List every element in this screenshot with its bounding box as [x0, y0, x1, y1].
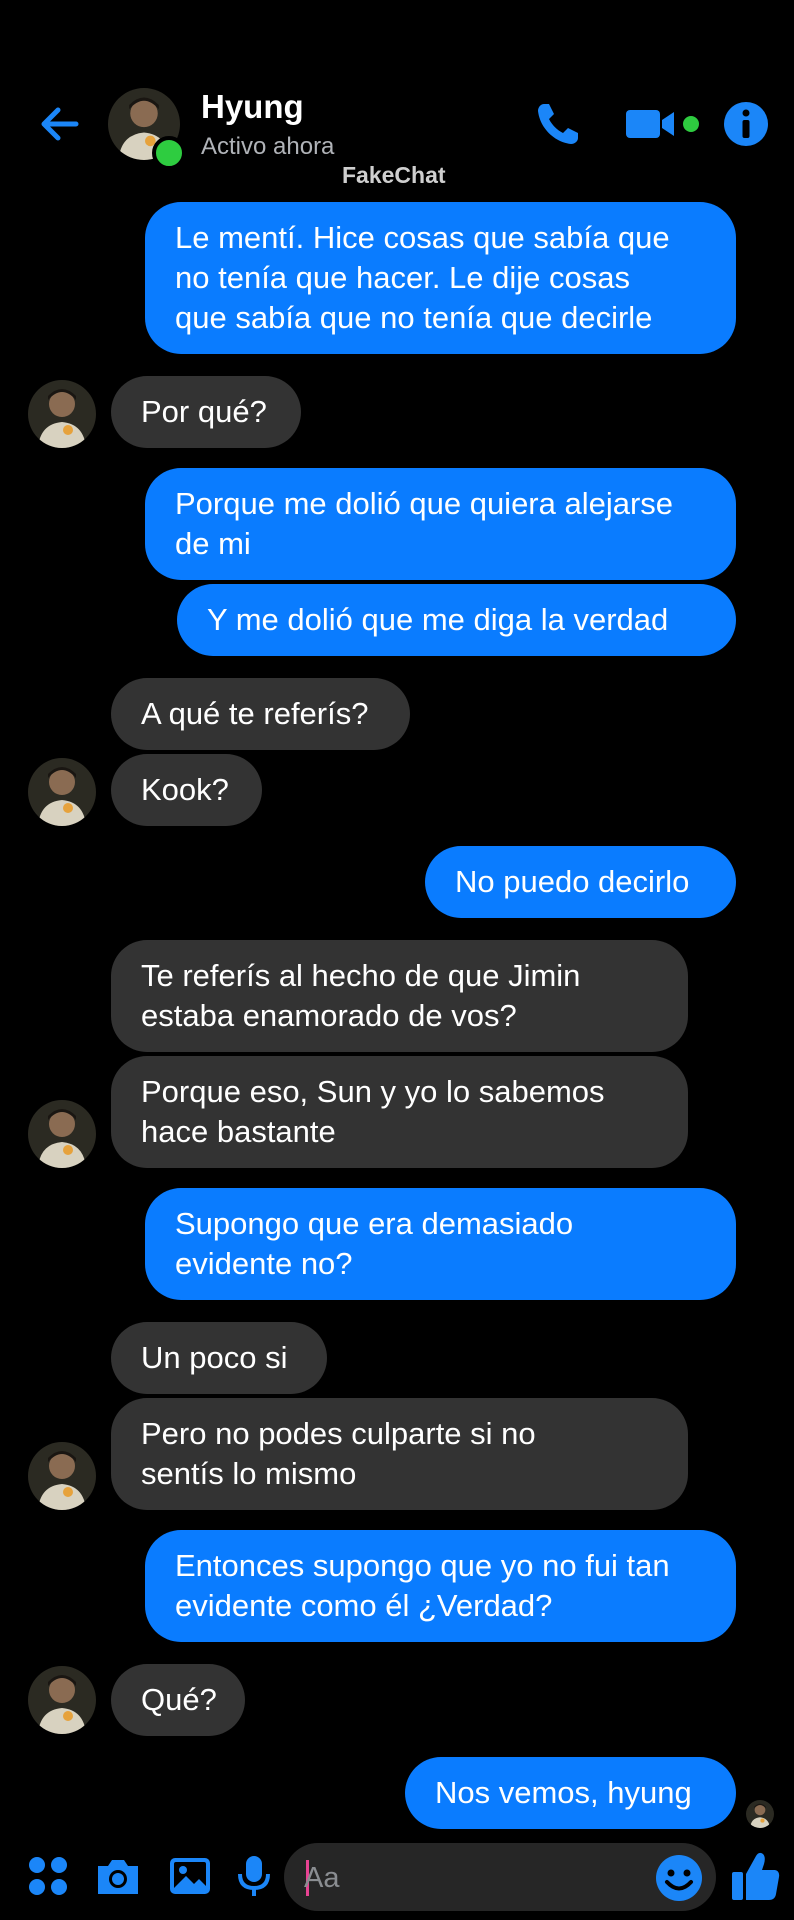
back-arrow-icon[interactable] — [36, 100, 84, 148]
message-incoming[interactable]: Un poco si — [111, 1322, 327, 1394]
message-incoming[interactable]: Qué? — [111, 1664, 245, 1736]
video-camera-icon[interactable] — [624, 98, 704, 150]
message-outgoing[interactable]: Supongo que era demasiado evidente no? — [145, 1188, 736, 1300]
contact-avatar[interactable] — [28, 1100, 96, 1168]
message-outgoing[interactable]: Porque me dolió que quiera alejarse de m… — [145, 468, 736, 580]
image-icon[interactable] — [166, 1852, 214, 1900]
message-outgoing[interactable]: Entonces supongo que yo no fui tan evide… — [145, 1530, 736, 1642]
emoji-icon[interactable] — [654, 1853, 704, 1903]
camera-icon[interactable] — [94, 1852, 142, 1900]
contact-avatar[interactable] — [28, 1442, 96, 1510]
contact-avatar[interactable] — [28, 1666, 96, 1734]
message-outgoing[interactable]: Le mentí. Hice cosas que sabía que no te… — [145, 202, 736, 354]
watermark: FakeChat — [342, 162, 446, 188]
contact-avatar[interactable] — [28, 758, 96, 826]
message-outgoing[interactable]: No puedo decirlo — [425, 846, 736, 918]
thumbs-up-icon[interactable] — [730, 1848, 782, 1904]
message-incoming[interactable]: Por qué? — [111, 376, 301, 448]
message-incoming[interactable]: A qué te referís? — [111, 678, 410, 750]
info-icon[interactable] — [720, 98, 772, 150]
online-status-dot — [152, 136, 186, 170]
message-outgoing[interactable]: Nos vemos, hyung — [405, 1757, 736, 1829]
contact-name[interactable]: Hyung — [201, 88, 304, 126]
message-input[interactable] — [284, 1843, 716, 1911]
phone-icon[interactable] — [532, 98, 584, 150]
apps-grid-icon[interactable] — [26, 1854, 70, 1898]
message-incoming[interactable]: Porque eso, Sun y yo lo sabemos hace bas… — [111, 1056, 688, 1168]
message-input-placeholder: Aa — [304, 1862, 340, 1894]
message-incoming[interactable]: Kook? — [111, 754, 262, 826]
microphone-icon[interactable] — [236, 1852, 272, 1900]
contact-status: Activo ahora — [201, 133, 335, 160]
message-outgoing[interactable]: Y me dolió que me diga la verdad — [177, 584, 736, 656]
message-incoming[interactable]: Te referís al hecho de que Jimin estaba … — [111, 940, 688, 1052]
contact-avatar[interactable] — [28, 380, 96, 448]
message-incoming[interactable]: Pero no podes culparte si no sentís lo m… — [111, 1398, 688, 1510]
seen-receipt-avatar — [746, 1800, 774, 1828]
